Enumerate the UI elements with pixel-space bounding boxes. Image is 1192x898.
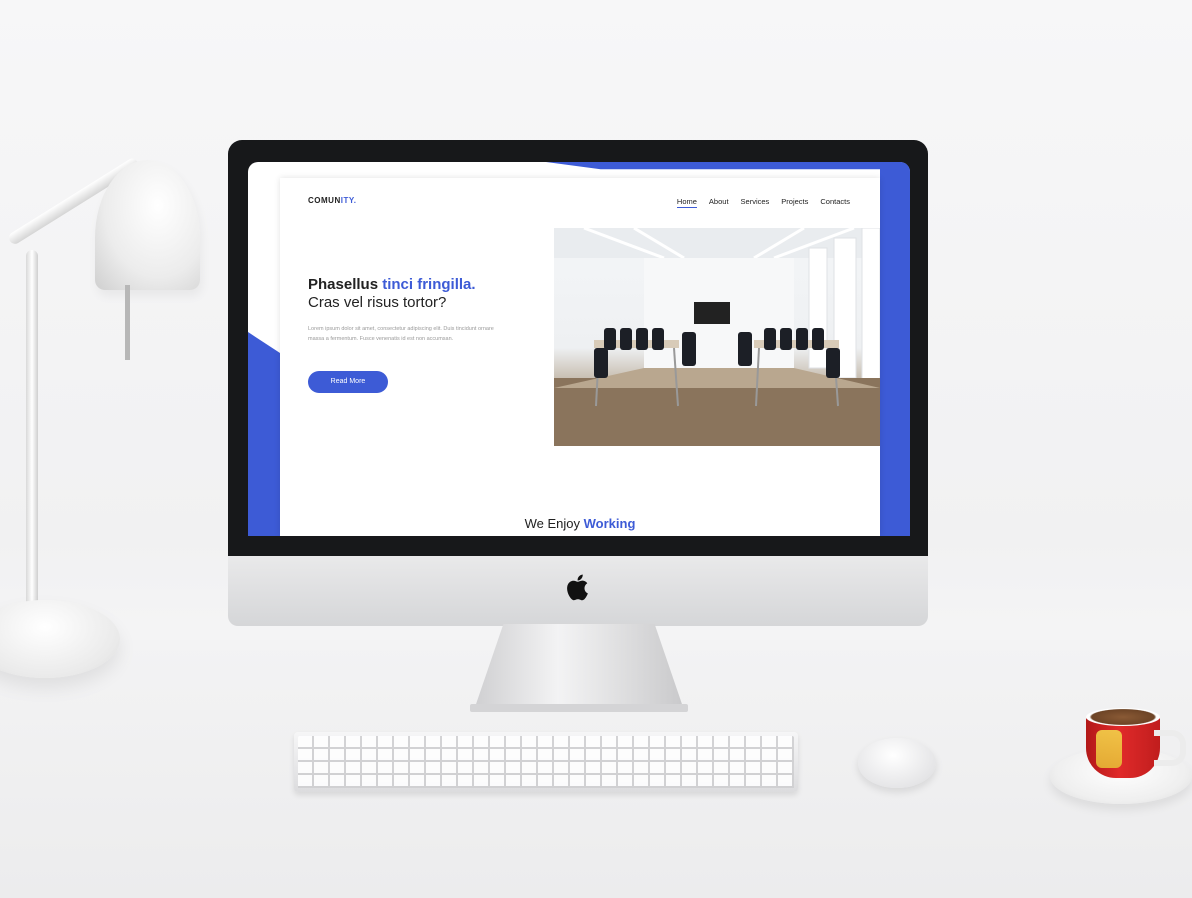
keyboard [294,732,798,792]
hero-title-line2: Cras vel risus tortor? [308,294,447,311]
monitor-stand-foot [470,704,688,712]
coffee-cup-handle [1154,730,1186,766]
nav-item-contacts[interactable]: Contacts [820,197,850,208]
read-more-button[interactable]: Read More [308,371,388,393]
website-page: COMUNITY. Home About Services Projects C… [280,178,880,536]
decor-shape-right [880,162,910,536]
nav-item-home[interactable]: Home [676,197,697,208]
logo-accent-text: ITY. [340,196,357,205]
top-nav: Home About Services Projects Contacts [676,197,850,208]
coffee-cup-top [1086,708,1160,726]
mouse [858,738,936,788]
apple-icon [565,570,591,604]
nav-item-about[interactable]: About [709,197,729,208]
logo-text: COMUN [308,196,341,205]
hero-body-text: Lorem ipsum dolor sit amet, consectetur … [308,326,494,342]
nav-item-projects[interactable]: Projects [781,197,808,208]
office-room-illustration [554,228,880,446]
keyboard-keys [298,736,794,788]
monitor-screen: COMUNITY. Home About Services Projects C… [248,162,910,536]
lamp-pole [26,250,38,620]
nav-item-services[interactable]: Services [741,197,770,208]
decor-shape-left [248,332,280,536]
coffee-cup-label [1096,730,1122,768]
section-title-part1: We Enjoy [524,516,584,531]
site-logo[interactable]: COMUNITY. [308,196,357,205]
section-title: We Enjoy Working [280,516,880,531]
monitor-stand [474,624,684,710]
lamp-stick [125,285,130,360]
hero-title: Phasellus tinci fringilla. Cras vel risu… [308,276,538,312]
hero-title-part1: Phasellus [308,276,383,293]
hero-photo [554,228,880,446]
hero-title-accent: tinci fringilla. [382,276,476,293]
section-title-accent: Working [583,516,636,531]
